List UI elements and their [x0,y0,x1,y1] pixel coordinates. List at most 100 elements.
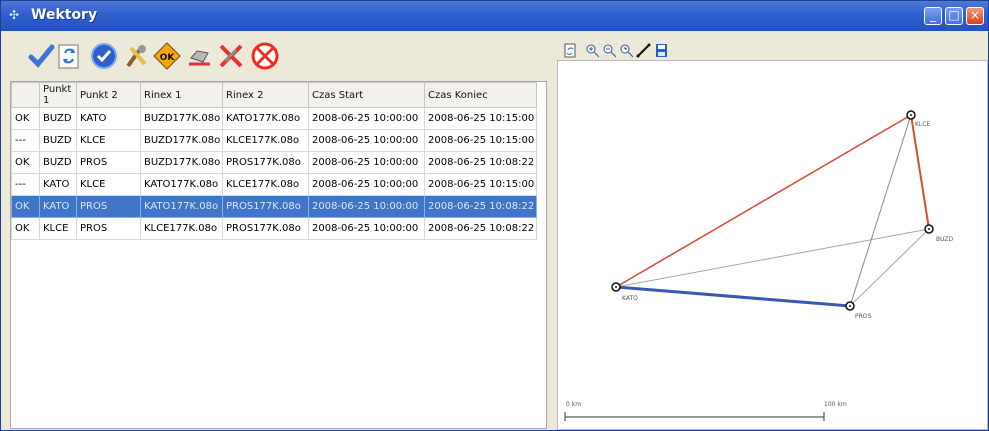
table-cell: --- [11,173,40,196]
table-cell: BUZD177K.08o [140,107,223,130]
table-header: Punkt 1 Punkt 2 Rinex 1 Rinex 2 Czas Sta… [11,82,537,108]
table-cell: 2008-06-25 10:00:00 [308,107,425,130]
kato-pros-vector[interactable] [615,285,851,308]
refresh-document-icon[interactable] [54,41,84,71]
maximize-icon: □ [948,8,960,22]
check-icon[interactable] [26,41,56,71]
hand-icon[interactable] [184,41,214,71]
approve-circle-icon[interactable] [89,41,119,71]
vectors-table: Punkt 1 Punkt 2 Rinex 1 Rinex 2 Czas Sta… [11,82,537,240]
table-cell: KLCE [76,129,141,152]
table-row[interactable]: OK BUZD KATO BUZD177K.08o KATO177K.08o 2008-0… [11,107,537,130]
title-bar[interactable]: ✣ Wektory _ □ × [1,1,988,31]
table-cell: KATO177K.08o [140,195,223,218]
map-panel: KLCE BUZD KATO PROS 0 km 100 km [557,39,989,430]
table-cell: 2008-06-25 10:00:00 [308,195,425,218]
table-cell: 2008-06-25 10:15:00 [424,129,537,152]
scale-right-label: 100 km [824,401,847,408]
table-cell: KLCE [76,173,141,196]
table-cell: KATO [39,173,77,196]
map-canvas[interactable]: KLCE BUZD KATO PROS 0 km 100 km [558,61,987,429]
minimize-button[interactable]: _ [924,7,942,25]
station-label-klce: KLCE [915,121,930,128]
station-label-buzd: BUZD [936,236,954,243]
station-pros[interactable]: PROS [845,301,872,320]
vector-map[interactable]: KLCE BUZD KATO PROS 0 km 100 km [557,60,988,430]
table-cell: KLCE177K.08o [140,217,223,240]
cancel-circle-icon[interactable] [250,41,280,71]
end-time-column-header[interactable]: Czas Koniec [424,82,537,108]
table-row[interactable]: OK KLCE PROS KLCE177K.08o PROS177K.08o 2008-0… [11,217,537,240]
table-cell: PROS [76,217,141,240]
klce-pros-vector[interactable] [849,114,912,307]
station-klce[interactable]: KLCE [906,110,930,128]
rinex1-column-header[interactable]: Rinex 1 [140,82,223,108]
table-cell: 2008-06-25 10:15:00 [424,107,537,130]
station-label-pros: PROS [855,313,872,320]
zoom-out-icon[interactable] [602,43,617,58]
refresh-map-icon[interactable] [563,43,578,58]
scale-left-label: 0 km [566,401,581,408]
table-cell: PROS [76,195,141,218]
kato-buzd-vector[interactable] [615,228,930,288]
vector-app-icon: ✣ [9,8,20,22]
rinex2-column-header[interactable]: Rinex 2 [222,82,309,108]
point1-column-header[interactable]: Punkt 1 [39,82,77,108]
table-cell: KATO177K.08o [222,107,309,130]
station-buzd[interactable]: BUZD [924,224,954,243]
table-row[interactable]: OK BUZD PROS BUZD177K.08o PROS177K.08o 2008-0… [11,151,537,174]
tools-icon[interactable] [121,41,151,71]
table-cell: KLCE [39,217,77,240]
table-cell: BUZD [39,107,77,130]
table-cell: 2008-06-25 10:00:00 [308,151,425,174]
table-cell: KATO [39,195,77,218]
wektory-window: ✣ Wektory _ □ × OK Punkt 1 Punkt 2 Rinex… [0,0,989,431]
kato-klce-vector[interactable] [615,114,912,288]
selected-table-row[interactable]: OK KATO PROS KATO177K.08o PROS177K.08o 2008-0… [11,195,537,218]
measure-line-icon[interactable] [636,43,651,58]
table-cell: 2008-06-25 10:00:00 [308,173,425,196]
close-button[interactable]: × [966,7,984,25]
table-cell: 2008-06-25 10:08:22 [424,151,537,174]
table-cell: PROS177K.08o [222,195,309,218]
table-cell: 2008-06-25 10:08:22 [424,217,537,240]
map-toolbar [563,43,713,60]
table-cell: BUZD [39,151,77,174]
zoom-in-icon[interactable] [585,43,600,58]
table-cell: PROS177K.08o [222,217,309,240]
svg-text:OK: OK [160,53,176,63]
table-cell: --- [11,129,40,152]
table-cell: 2008-06-25 10:00:00 [308,217,425,240]
close-icon: × [969,8,981,22]
table-cell: PROS177K.08o [222,151,309,174]
table-cell: OK [11,107,40,130]
table-cell: KLCE177K.08o [222,129,309,152]
ok-octagon-icon[interactable]: OK [152,41,182,71]
zoom-extent-icon[interactable] [619,43,634,58]
table-cell: 2008-06-25 10:15:00 [424,173,537,196]
table-cell: KLCE177K.08o [222,173,309,196]
start-time-column-header[interactable]: Czas Start [308,82,425,108]
table-cell: BUZD177K.08o [140,129,223,152]
status-column-header[interactable] [11,82,40,108]
table-cell: BUZD [39,129,77,152]
scale-bar: 0 km 100 km [564,401,847,421]
table-cell: 2008-06-25 10:00:00 [308,129,425,152]
table-row[interactable]: --- KATO KLCE KATO177K.08o KLCE177K.08o 2008-… [11,173,537,196]
cross-tools-icon[interactable] [216,41,246,71]
table-cell: OK [11,195,40,218]
vectors-table-panel: Punkt 1 Punkt 2 Rinex 1 Rinex 2 Czas Sta… [10,81,547,429]
maximize-button[interactable]: □ [945,7,963,25]
table-cell: BUZD177K.08o [140,151,223,174]
table-cell: KATO177K.08o [140,173,223,196]
table-cell: OK [11,217,40,240]
station-kato[interactable]: KATO [611,282,638,302]
table-row[interactable]: --- BUZD KLCE BUZD177K.08o KLCE177K.08o 2008-… [11,129,537,152]
save-icon[interactable] [654,43,669,58]
table-cell: OK [11,151,40,174]
station-label-kato: KATO [622,295,638,302]
klce-buzd-vector[interactable] [910,114,930,230]
minimize-icon: _ [930,8,936,22]
point2-column-header[interactable]: Punkt 2 [76,82,141,108]
table-cell: KATO [76,107,141,130]
